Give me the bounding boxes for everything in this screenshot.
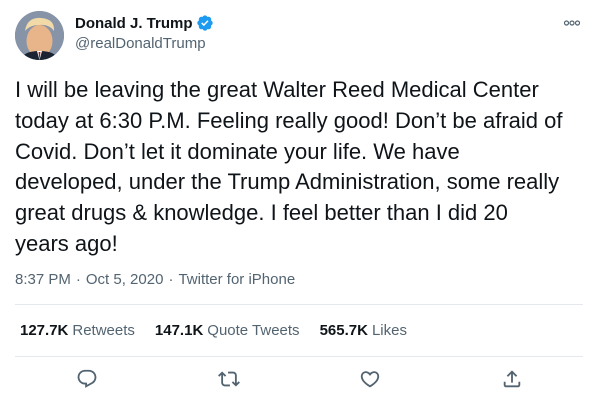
divider — [15, 356, 583, 357]
profile-photo-icon — [15, 11, 64, 60]
retweets-stat[interactable]: 127.7K Retweets — [20, 322, 135, 339]
tweet-stats: 127.7K Retweets 147.1K Quote Tweets 565.… — [20, 322, 407, 339]
reply-button[interactable] — [76, 368, 98, 390]
meta-separator: · — [168, 271, 174, 288]
retweet-button[interactable] — [218, 368, 240, 390]
likes-stat[interactable]: 565.7K Likes — [320, 322, 407, 339]
more-dots-icon[interactable] — [563, 14, 581, 32]
tweet-source[interactable]: Twitter for iPhone — [178, 271, 295, 288]
quotes-stat[interactable]: 147.1K Quote Tweets — [155, 322, 300, 339]
retweet-icon — [218, 371, 240, 387]
tweet-card: Donald J. Trump @realDonaldTrump I will … — [0, 0, 598, 404]
action-bar — [0, 368, 598, 392]
share-button[interactable] — [501, 368, 523, 390]
divider — [15, 304, 583, 305]
like-button[interactable] — [359, 368, 381, 390]
share-icon — [503, 370, 521, 388]
likes-count: 565.7K — [319, 322, 368, 339]
verified-badge-icon — [196, 14, 214, 32]
likes-label: Likes — [371, 322, 407, 339]
avatar[interactable] — [15, 11, 64, 60]
tweet-meta: 8:37 PM · Oct 5, 2020 · Twitter for iPho… — [15, 271, 295, 288]
quotes-count: 147.1K — [154, 322, 204, 339]
tweet-text: I will be leaving the great Walter Reed … — [15, 77, 563, 256]
retweets-count: 127.7K — [20, 322, 69, 339]
tweet-date[interactable]: Oct 5, 2020 — [86, 271, 164, 288]
meta-separator: · — [75, 271, 81, 288]
reply-icon — [77, 369, 97, 388]
author-display-name[interactable]: Donald J. Trump — [75, 15, 193, 32]
author-handle[interactable]: @realDonaldTrump — [75, 35, 206, 52]
heart-icon — [360, 371, 380, 388]
tweet-time[interactable]: 8:37 PM — [15, 271, 71, 288]
quotes-label: Quote Tweets — [207, 322, 300, 339]
retweets-label: Retweets — [72, 322, 135, 339]
author-name-row[interactable]: Donald J. Trump — [75, 14, 214, 32]
